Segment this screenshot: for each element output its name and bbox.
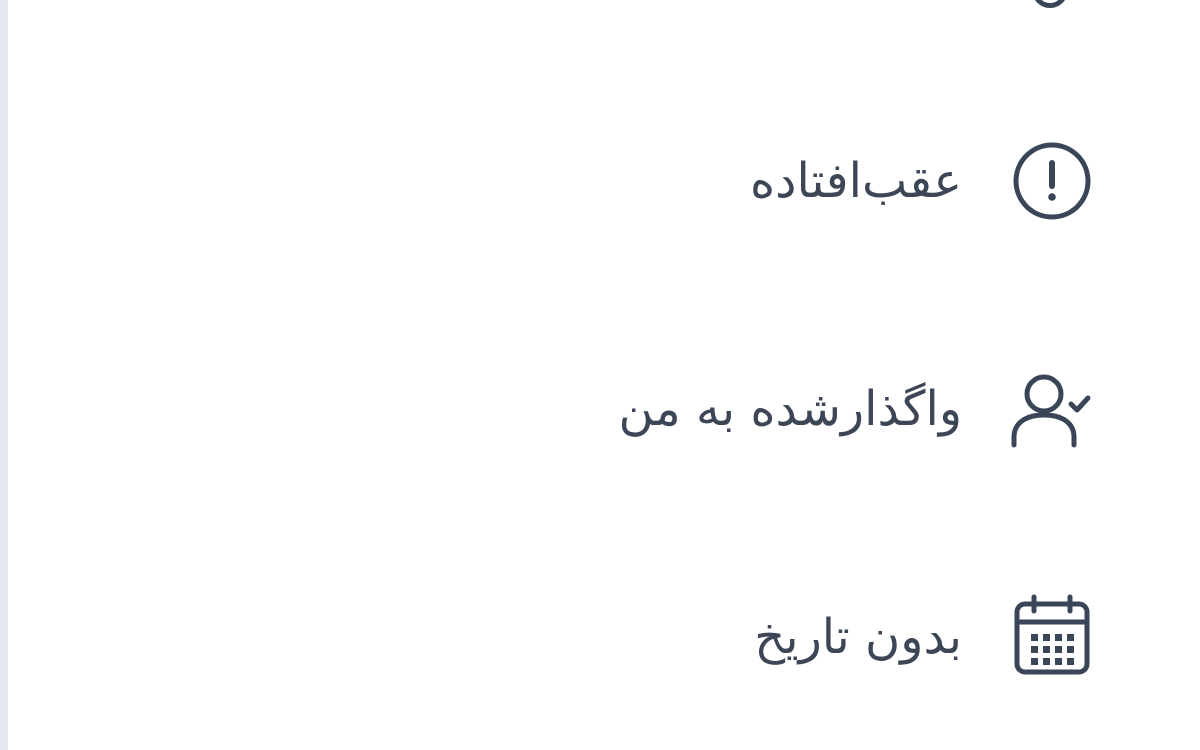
sidebar-panel: عقب‌افتاده واگذارشده به من [0, 0, 1200, 750]
sidebar-item-no-date[interactable]: بدون تاریخ [340, 582, 1100, 692]
sidebar-item-label: بدون تاریخ [754, 609, 962, 665]
sidebar-nav-list: عقب‌افتاده واگذارشده به من [0, 0, 1200, 750]
calendar-icon [1004, 589, 1100, 685]
sidebar-item-label: واگذارشده به من [618, 381, 963, 437]
alert-circle-icon [1004, 133, 1100, 229]
user-check-icon [1004, 361, 1100, 457]
sidebar-item-label: عقب‌افتاده [750, 153, 962, 209]
sidebar-item-assigned-to-me[interactable]: واگذارشده به من [340, 354, 1100, 464]
sidebar-item-overdue[interactable]: عقب‌افتاده [340, 126, 1100, 236]
